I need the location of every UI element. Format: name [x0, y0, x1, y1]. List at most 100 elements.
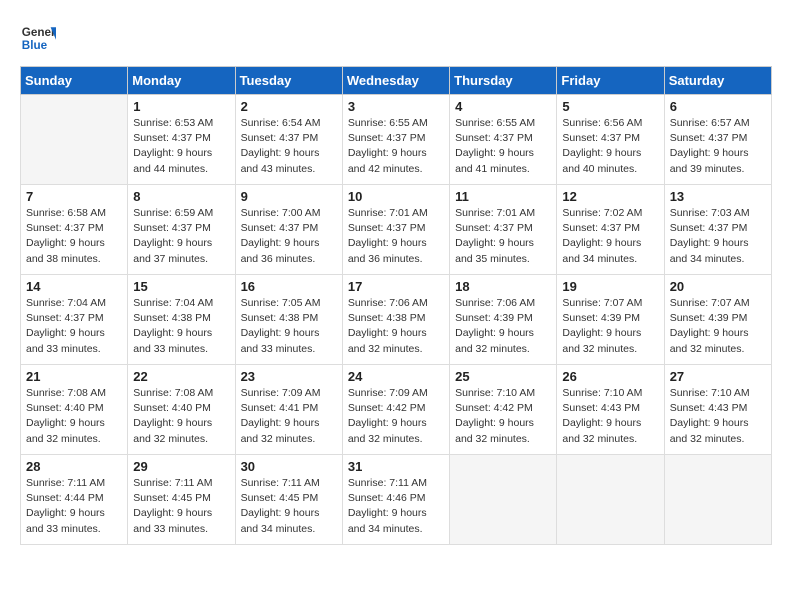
day-number: 2	[241, 99, 337, 114]
week-row-1: 1 Sunrise: 6:53 AMSunset: 4:37 PMDayligh…	[21, 95, 772, 185]
day-number: 23	[241, 369, 337, 384]
logo: General Blue	[20, 20, 56, 56]
calendar-cell: 30 Sunrise: 7:11 AMSunset: 4:45 PMDaylig…	[235, 455, 342, 545]
svg-text:General: General	[22, 26, 56, 39]
day-info: Sunrise: 7:04 AMSunset: 4:38 PMDaylight:…	[133, 296, 229, 357]
calendar-cell: 13 Sunrise: 7:03 AMSunset: 4:37 PMDaylig…	[664, 185, 771, 275]
day-number: 27	[670, 369, 766, 384]
day-info: Sunrise: 6:59 AMSunset: 4:37 PMDaylight:…	[133, 206, 229, 267]
day-number: 24	[348, 369, 444, 384]
day-number: 8	[133, 189, 229, 204]
day-number: 13	[670, 189, 766, 204]
calendar-cell: 15 Sunrise: 7:04 AMSunset: 4:38 PMDaylig…	[128, 275, 235, 365]
day-info: Sunrise: 6:54 AMSunset: 4:37 PMDaylight:…	[241, 116, 337, 177]
day-info: Sunrise: 7:08 AMSunset: 4:40 PMDaylight:…	[26, 386, 122, 447]
calendar-cell: 31 Sunrise: 7:11 AMSunset: 4:46 PMDaylig…	[342, 455, 449, 545]
day-number: 3	[348, 99, 444, 114]
day-info: Sunrise: 7:11 AMSunset: 4:46 PMDaylight:…	[348, 476, 444, 537]
day-number: 19	[562, 279, 658, 294]
calendar-cell: 5 Sunrise: 6:56 AMSunset: 4:37 PMDayligh…	[557, 95, 664, 185]
day-info: Sunrise: 6:53 AMSunset: 4:37 PMDaylight:…	[133, 116, 229, 177]
day-number: 31	[348, 459, 444, 474]
day-info: Sunrise: 6:58 AMSunset: 4:37 PMDaylight:…	[26, 206, 122, 267]
column-header-monday: Monday	[128, 67, 235, 95]
day-info: Sunrise: 7:10 AMSunset: 4:42 PMDaylight:…	[455, 386, 551, 447]
day-number: 9	[241, 189, 337, 204]
day-info: Sunrise: 7:00 AMSunset: 4:37 PMDaylight:…	[241, 206, 337, 267]
day-info: Sunrise: 6:56 AMSunset: 4:37 PMDaylight:…	[562, 116, 658, 177]
calendar-table: SundayMondayTuesdayWednesdayThursdayFrid…	[20, 66, 772, 545]
day-number: 4	[455, 99, 551, 114]
day-number: 21	[26, 369, 122, 384]
day-number: 14	[26, 279, 122, 294]
day-number: 7	[26, 189, 122, 204]
day-number: 25	[455, 369, 551, 384]
column-header-tuesday: Tuesday	[235, 67, 342, 95]
day-number: 10	[348, 189, 444, 204]
day-number: 15	[133, 279, 229, 294]
calendar-cell	[450, 455, 557, 545]
day-info: Sunrise: 7:11 AMSunset: 4:44 PMDaylight:…	[26, 476, 122, 537]
day-info: Sunrise: 7:07 AMSunset: 4:39 PMDaylight:…	[670, 296, 766, 357]
calendar-cell: 28 Sunrise: 7:11 AMSunset: 4:44 PMDaylig…	[21, 455, 128, 545]
day-number: 30	[241, 459, 337, 474]
calendar-cell: 21 Sunrise: 7:08 AMSunset: 4:40 PMDaylig…	[21, 365, 128, 455]
calendar-cell: 19 Sunrise: 7:07 AMSunset: 4:39 PMDaylig…	[557, 275, 664, 365]
calendar-cell: 27 Sunrise: 7:10 AMSunset: 4:43 PMDaylig…	[664, 365, 771, 455]
calendar-cell: 12 Sunrise: 7:02 AMSunset: 4:37 PMDaylig…	[557, 185, 664, 275]
calendar-cell: 10 Sunrise: 7:01 AMSunset: 4:37 PMDaylig…	[342, 185, 449, 275]
calendar-cell: 3 Sunrise: 6:55 AMSunset: 4:37 PMDayligh…	[342, 95, 449, 185]
calendar-cell: 24 Sunrise: 7:09 AMSunset: 4:42 PMDaylig…	[342, 365, 449, 455]
calendar-cell: 9 Sunrise: 7:00 AMSunset: 4:37 PMDayligh…	[235, 185, 342, 275]
day-info: Sunrise: 7:01 AMSunset: 4:37 PMDaylight:…	[455, 206, 551, 267]
day-number: 28	[26, 459, 122, 474]
day-info: Sunrise: 7:09 AMSunset: 4:42 PMDaylight:…	[348, 386, 444, 447]
week-row-2: 7 Sunrise: 6:58 AMSunset: 4:37 PMDayligh…	[21, 185, 772, 275]
day-info: Sunrise: 7:01 AMSunset: 4:37 PMDaylight:…	[348, 206, 444, 267]
day-info: Sunrise: 6:55 AMSunset: 4:37 PMDaylight:…	[455, 116, 551, 177]
calendar-cell: 8 Sunrise: 6:59 AMSunset: 4:37 PMDayligh…	[128, 185, 235, 275]
column-header-sunday: Sunday	[21, 67, 128, 95]
day-number: 22	[133, 369, 229, 384]
logo-icon: General Blue	[20, 20, 56, 56]
column-header-thursday: Thursday	[450, 67, 557, 95]
page-header: General Blue	[20, 20, 772, 56]
svg-text:Blue: Blue	[22, 39, 48, 52]
day-info: Sunrise: 7:11 AMSunset: 4:45 PMDaylight:…	[133, 476, 229, 537]
column-header-wednesday: Wednesday	[342, 67, 449, 95]
calendar-cell: 29 Sunrise: 7:11 AMSunset: 4:45 PMDaylig…	[128, 455, 235, 545]
day-info: Sunrise: 6:55 AMSunset: 4:37 PMDaylight:…	[348, 116, 444, 177]
day-info: Sunrise: 7:02 AMSunset: 4:37 PMDaylight:…	[562, 206, 658, 267]
day-info: Sunrise: 7:10 AMSunset: 4:43 PMDaylight:…	[670, 386, 766, 447]
calendar-cell: 23 Sunrise: 7:09 AMSunset: 4:41 PMDaylig…	[235, 365, 342, 455]
calendar-cell: 14 Sunrise: 7:04 AMSunset: 4:37 PMDaylig…	[21, 275, 128, 365]
day-number: 1	[133, 99, 229, 114]
calendar-body: 1 Sunrise: 6:53 AMSunset: 4:37 PMDayligh…	[21, 95, 772, 545]
calendar-cell	[557, 455, 664, 545]
day-info: Sunrise: 7:06 AMSunset: 4:38 PMDaylight:…	[348, 296, 444, 357]
calendar-cell: 20 Sunrise: 7:07 AMSunset: 4:39 PMDaylig…	[664, 275, 771, 365]
day-number: 12	[562, 189, 658, 204]
day-number: 29	[133, 459, 229, 474]
week-row-5: 28 Sunrise: 7:11 AMSunset: 4:44 PMDaylig…	[21, 455, 772, 545]
day-info: Sunrise: 6:57 AMSunset: 4:37 PMDaylight:…	[670, 116, 766, 177]
calendar-cell: 7 Sunrise: 6:58 AMSunset: 4:37 PMDayligh…	[21, 185, 128, 275]
calendar-cell	[21, 95, 128, 185]
day-info: Sunrise: 7:08 AMSunset: 4:40 PMDaylight:…	[133, 386, 229, 447]
day-number: 5	[562, 99, 658, 114]
calendar-cell: 2 Sunrise: 6:54 AMSunset: 4:37 PMDayligh…	[235, 95, 342, 185]
calendar-cell: 6 Sunrise: 6:57 AMSunset: 4:37 PMDayligh…	[664, 95, 771, 185]
day-info: Sunrise: 7:11 AMSunset: 4:45 PMDaylight:…	[241, 476, 337, 537]
day-info: Sunrise: 7:04 AMSunset: 4:37 PMDaylight:…	[26, 296, 122, 357]
day-number: 26	[562, 369, 658, 384]
calendar-header-row: SundayMondayTuesdayWednesdayThursdayFrid…	[21, 67, 772, 95]
calendar-cell: 4 Sunrise: 6:55 AMSunset: 4:37 PMDayligh…	[450, 95, 557, 185]
column-header-friday: Friday	[557, 67, 664, 95]
day-number: 20	[670, 279, 766, 294]
day-number: 16	[241, 279, 337, 294]
calendar-cell: 1 Sunrise: 6:53 AMSunset: 4:37 PMDayligh…	[128, 95, 235, 185]
day-info: Sunrise: 7:09 AMSunset: 4:41 PMDaylight:…	[241, 386, 337, 447]
column-header-saturday: Saturday	[664, 67, 771, 95]
calendar-cell: 11 Sunrise: 7:01 AMSunset: 4:37 PMDaylig…	[450, 185, 557, 275]
day-number: 11	[455, 189, 551, 204]
